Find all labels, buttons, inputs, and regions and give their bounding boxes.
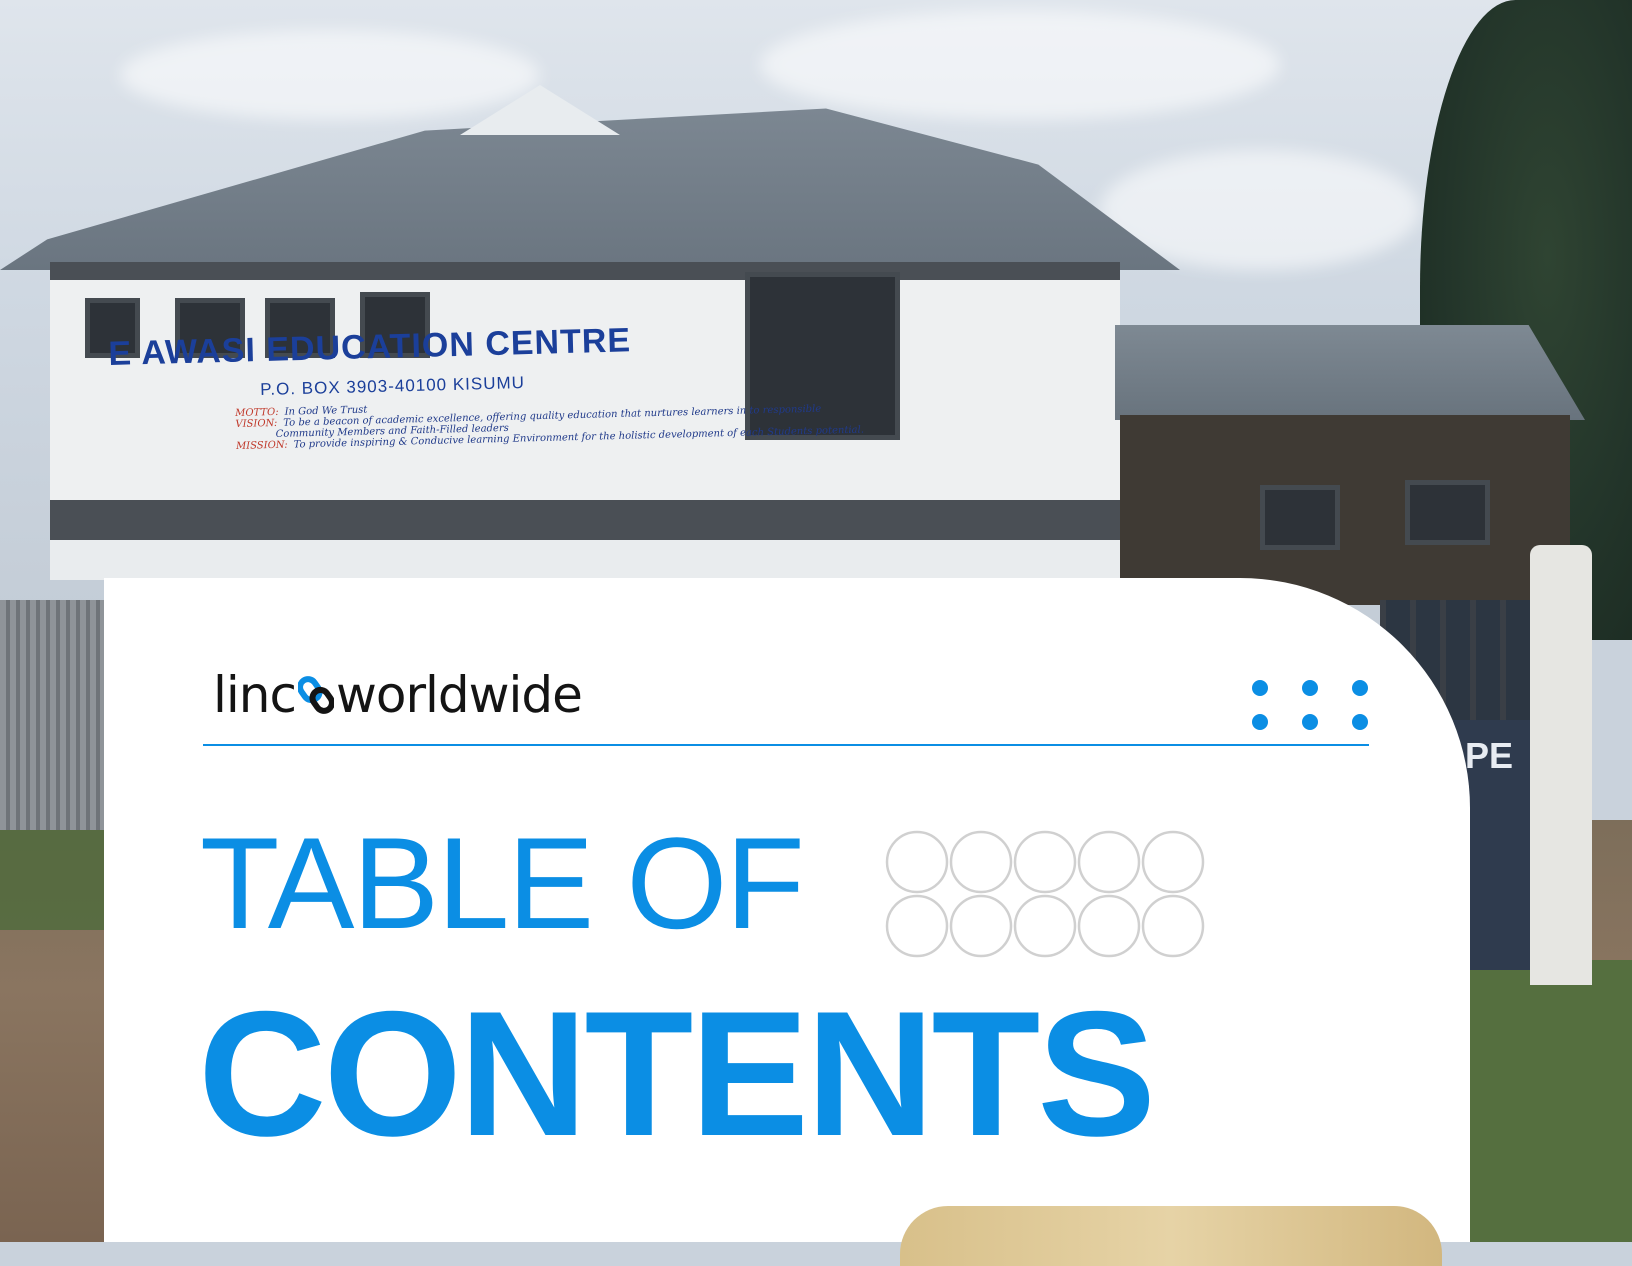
- brand-name-end: worldwide: [335, 666, 583, 724]
- sign-note-key: MISSION:: [235, 439, 288, 452]
- gold-tab: [900, 1206, 1442, 1266]
- window: [1405, 480, 1490, 545]
- dot: [1352, 714, 1368, 730]
- building-lower-wall: [50, 540, 1120, 580]
- dots-grid-icon[interactable]: [1252, 680, 1372, 730]
- cloud: [760, 10, 1280, 120]
- dot: [1252, 714, 1268, 730]
- brand-name-start: linc: [213, 666, 297, 724]
- dot: [1352, 680, 1368, 696]
- gate-sign-text: PE: [1465, 735, 1514, 776]
- gate-post: [1530, 545, 1592, 985]
- building-band: [50, 500, 1120, 540]
- cloud: [120, 30, 540, 120]
- dot: [1252, 680, 1268, 696]
- header-divider: [203, 744, 1369, 746]
- brand-logo[interactable]: linc worldwide: [213, 665, 583, 725]
- dot: [1302, 714, 1318, 730]
- sign-note-key: VISION:: [235, 417, 278, 430]
- iron-sheet-shed: [0, 600, 110, 830]
- side-roof: [1115, 325, 1585, 420]
- circle-outline-grid: [885, 830, 1205, 958]
- grass: [1470, 960, 1632, 1242]
- title-line-2: CONTENTS: [198, 974, 1156, 1173]
- window: [1260, 485, 1340, 550]
- title-line-1: TABLE OF: [200, 810, 805, 956]
- dot: [1302, 680, 1318, 696]
- side-building: [1120, 415, 1570, 605]
- chain-link-icon: [297, 676, 334, 714]
